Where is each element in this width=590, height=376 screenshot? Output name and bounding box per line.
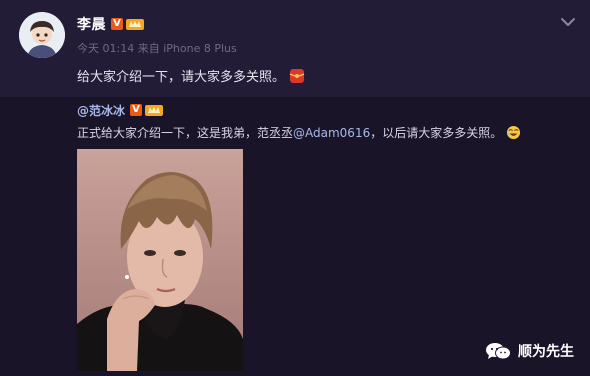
author-avatar[interactable] bbox=[19, 12, 65, 58]
post-time[interactable]: 今天 01:14 bbox=[77, 42, 134, 55]
original-author[interactable]: @范冰冰 bbox=[77, 102, 125, 119]
avatar-illustration-icon bbox=[19, 12, 65, 58]
original-text-before: 正式给大家介绍一下，这是我弟，范丞丞 bbox=[77, 126, 294, 140]
post-photo[interactable] bbox=[77, 149, 243, 371]
chevron-down-icon[interactable] bbox=[560, 16, 576, 28]
post-body: 给大家介绍一下，请大家多多关照。 bbox=[77, 66, 305, 85]
member-level-badge-icon bbox=[145, 104, 164, 116]
original-post-body: 正式给大家介绍一下，这是我弟，范丞丞 @Adam0616 ，以后请大家多多关照。 bbox=[77, 124, 521, 141]
laughing-emoji-icon bbox=[507, 125, 521, 140]
watermark-label: 顺为先生 bbox=[518, 344, 574, 360]
post-source-prefix: 来自 bbox=[137, 42, 160, 55]
wechat-watermark: 顺为先生 bbox=[484, 341, 574, 361]
wechat-icon bbox=[486, 343, 511, 360]
verified-v-badge-icon: V bbox=[111, 18, 123, 30]
post-meta: 今天 01:14 来自 iPhone 8 Plus bbox=[77, 40, 237, 56]
weibo-post: 李晨 V 今天 01:14 来自 iPhone 8 Plus 给大家介绍一下，请… bbox=[0, 0, 590, 97]
post-device: iPhone 8 Plus bbox=[163, 42, 237, 55]
verified-v-badge-icon: V bbox=[130, 104, 143, 116]
author-row: 李晨 V bbox=[77, 14, 144, 34]
original-author-row: @范冰冰 V bbox=[77, 101, 164, 119]
author-name[interactable]: 李晨 bbox=[77, 14, 106, 34]
post-text: 给大家介绍一下，请大家多多关照。 bbox=[77, 70, 286, 85]
portrait-photo-image bbox=[77, 149, 243, 371]
mention-link[interactable]: @Adam0616 bbox=[293, 126, 370, 140]
red-envelope-emoji-icon bbox=[289, 68, 305, 83]
reposted-content: @范冰冰 V 正式给大家介绍一下，这是我弟，范丞丞 @Adam0616 ，以后请… bbox=[0, 97, 590, 376]
original-text-after: ，以后请大家多多关照。 bbox=[370, 126, 503, 140]
member-level-badge-icon bbox=[126, 18, 144, 30]
